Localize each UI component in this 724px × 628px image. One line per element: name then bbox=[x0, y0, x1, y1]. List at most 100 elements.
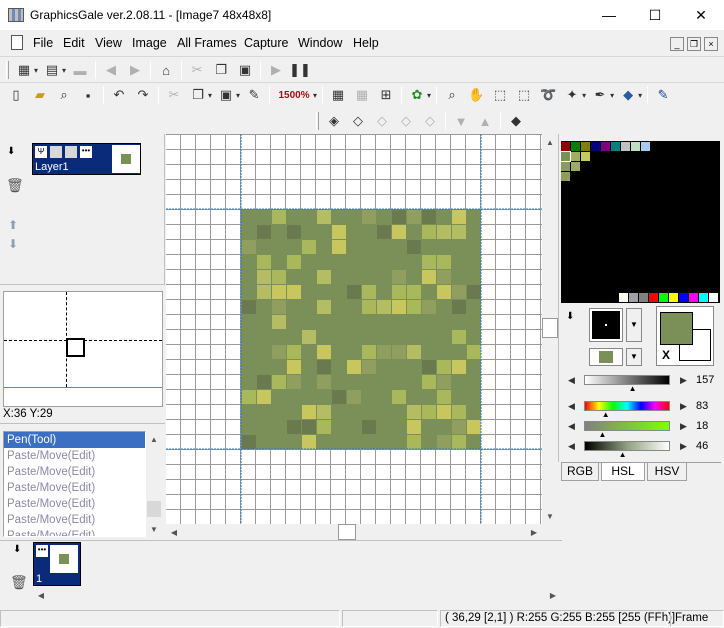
menu-help[interactable]: Help bbox=[353, 36, 379, 50]
copy-layer-icon[interactable]: ◇ bbox=[395, 110, 417, 132]
scroll-left-icon[interactable]: ◀ bbox=[33, 587, 49, 603]
insert-frame-icon[interactable]: ▤ bbox=[41, 59, 63, 81]
hand-icon[interactable]: ✋ bbox=[465, 84, 487, 106]
palette-swatch[interactable] bbox=[560, 151, 571, 162]
layer-link-icon[interactable] bbox=[65, 146, 77, 158]
history-item[interactable]: Paste/Move(Edit) bbox=[4, 496, 145, 512]
zoom-search-icon[interactable]: ⌕ bbox=[53, 84, 75, 106]
dropper-icon[interactable]: ✒ bbox=[589, 84, 611, 106]
scroll-left-icon[interactable]: ◀ bbox=[166, 524, 182, 540]
fill-icon[interactable]: ◆ bbox=[617, 84, 639, 106]
brush-preview[interactable] bbox=[589, 308, 623, 342]
delete-layer-icon[interactable]: ◇ bbox=[371, 110, 393, 132]
menu-image[interactable]: Image bbox=[132, 36, 167, 50]
palette-swatch[interactable] bbox=[601, 142, 610, 151]
scroll-down-icon[interactable]: ▼ bbox=[146, 521, 162, 537]
cut-icon[interactable]: ✂ bbox=[163, 84, 185, 106]
hue-value[interactable]: 83 bbox=[696, 400, 708, 412]
scroll-up-icon[interactable]: ▲ bbox=[542, 134, 558, 150]
history-item[interactable]: Paste/Move(Edit) bbox=[4, 480, 145, 496]
open-folder-icon[interactable]: ▰ bbox=[29, 84, 51, 106]
layer-property-icon[interactable]: ◆ bbox=[505, 110, 527, 132]
hue-slider[interactable]: ▲ bbox=[584, 401, 670, 419]
add-layer-icon[interactable]: ◈ bbox=[323, 110, 345, 132]
tab-hsv[interactable]: HSV bbox=[647, 463, 687, 481]
pause-icon[interactable]: ❚❚ bbox=[289, 59, 311, 81]
history-item[interactable]: Pen(Tool) bbox=[4, 432, 145, 448]
palette-swatch[interactable] bbox=[659, 293, 668, 302]
close-button[interactable]: ✕ bbox=[678, 0, 724, 30]
frame-options-icon[interactable]: ••• bbox=[36, 545, 48, 557]
frame-download-icon[interactable]: ⬇ bbox=[13, 544, 21, 555]
palette-download-icon[interactable]: ⬇ bbox=[566, 311, 574, 322]
history-item[interactable]: Paste/Move(Edit) bbox=[4, 464, 145, 480]
palette-swatch[interactable] bbox=[571, 142, 580, 151]
menu-window[interactable]: Window bbox=[298, 36, 342, 50]
slider-marker[interactable]: ▲ bbox=[629, 385, 637, 393]
palette-swatch[interactable] bbox=[581, 142, 590, 151]
history-scroll-thumb[interactable] bbox=[147, 501, 161, 517]
save-icon[interactable]: ▪ bbox=[77, 84, 99, 106]
slider-marker[interactable]: ▲ bbox=[598, 431, 606, 439]
layer-down-arrow-icon[interactable]: ⬇ bbox=[8, 237, 18, 251]
luminance-value[interactable]: 46 bbox=[696, 440, 708, 452]
scroll-down-icon[interactable]: ▼ bbox=[542, 508, 558, 524]
layer-up-icon[interactable]: ▲ bbox=[474, 110, 496, 132]
slider-marker[interactable]: ▲ bbox=[602, 411, 610, 419]
history-item[interactable]: Paste/Move(Edit) bbox=[4, 528, 145, 536]
delete-frame-icon[interactable]: ▬ bbox=[69, 59, 91, 81]
layer-visible-icon[interactable]: Ψ bbox=[35, 146, 47, 158]
palette-swatch[interactable] bbox=[711, 142, 720, 151]
lightness-slider[interactable]: ▲ bbox=[584, 375, 670, 393]
globe-icon[interactable]: ✿ bbox=[406, 84, 428, 106]
layer-down-icon[interactable]: ▼ bbox=[450, 110, 472, 132]
layer-download-icon[interactable]: ⬇ bbox=[7, 146, 15, 157]
play-icon[interactable]: ▶ bbox=[265, 59, 287, 81]
lasso-icon[interactable]: ➰ bbox=[537, 84, 559, 106]
primary-color-swatch[interactable] bbox=[660, 312, 693, 345]
palette-swatch[interactable] bbox=[639, 293, 648, 302]
tab-rgb[interactable]: RGB bbox=[561, 463, 599, 481]
layer-up-arrow-icon[interactable]: ⬆ bbox=[8, 218, 18, 232]
palette-swatch[interactable] bbox=[581, 162, 590, 171]
menu-capture[interactable]: Capture bbox=[244, 36, 288, 50]
palette-swatch[interactable] bbox=[561, 172, 570, 181]
saturation-value[interactable]: 18 bbox=[696, 420, 708, 432]
new-file-icon[interactable]: ▯ bbox=[5, 84, 27, 106]
palette-swatch[interactable] bbox=[691, 142, 700, 151]
fine-grid-icon[interactable]: ▦ bbox=[351, 84, 373, 106]
palette-swatch[interactable] bbox=[571, 162, 580, 171]
history-item[interactable]: Paste/Move(Edit) bbox=[4, 448, 145, 464]
palette-swatch[interactable] bbox=[561, 142, 570, 151]
add-frame-icon[interactable]: ▦ bbox=[13, 59, 35, 81]
palette-swatch[interactable] bbox=[631, 142, 640, 151]
menu-all-frames[interactable]: All Frames bbox=[177, 36, 237, 50]
frames-hscrollbar[interactable]: ◀ ▶ bbox=[33, 587, 561, 603]
palette-swatch[interactable] bbox=[701, 142, 710, 151]
palette-swatch[interactable] bbox=[629, 293, 638, 302]
next-frame-icon[interactable]: ▶ bbox=[124, 59, 146, 81]
palette-swatch[interactable] bbox=[581, 152, 590, 161]
layer-options-icon[interactable]: ••• bbox=[80, 146, 92, 158]
palette-swatch[interactable] bbox=[619, 293, 628, 302]
grid-icon[interactable]: ▦ bbox=[327, 84, 349, 106]
scroll-up-icon[interactable]: ▲ bbox=[146, 431, 162, 447]
magic-wand-icon[interactable]: ✦ bbox=[561, 84, 583, 106]
rect-select-icon[interactable]: ⬚ bbox=[489, 84, 511, 106]
scroll-right-icon[interactable]: ▶ bbox=[526, 524, 542, 540]
drawing-canvas[interactable] bbox=[166, 134, 542, 524]
palette-swatch[interactable] bbox=[661, 142, 670, 151]
palette-swatch[interactable] bbox=[611, 142, 620, 151]
luminance-slider[interactable]: ▲ bbox=[584, 441, 670, 459]
crop-grid-icon[interactable]: ⊞ bbox=[375, 84, 397, 106]
pattern-preview[interactable] bbox=[589, 348, 623, 366]
merge-layer-icon[interactable]: ◇ bbox=[347, 110, 369, 132]
navigator-preview[interactable] bbox=[3, 291, 163, 407]
color-palette[interactable] bbox=[560, 141, 720, 303]
canvas-hscrollbar[interactable]: ◀ ▶ bbox=[166, 524, 542, 540]
pattern-dropdown-icon[interactable]: ▼ bbox=[626, 348, 642, 366]
palette-swatch[interactable] bbox=[689, 293, 698, 302]
history-item[interactable]: Paste/Move(Edit) bbox=[4, 512, 145, 528]
palette-swatch[interactable] bbox=[671, 142, 680, 151]
palette-swatch[interactable] bbox=[621, 142, 630, 151]
